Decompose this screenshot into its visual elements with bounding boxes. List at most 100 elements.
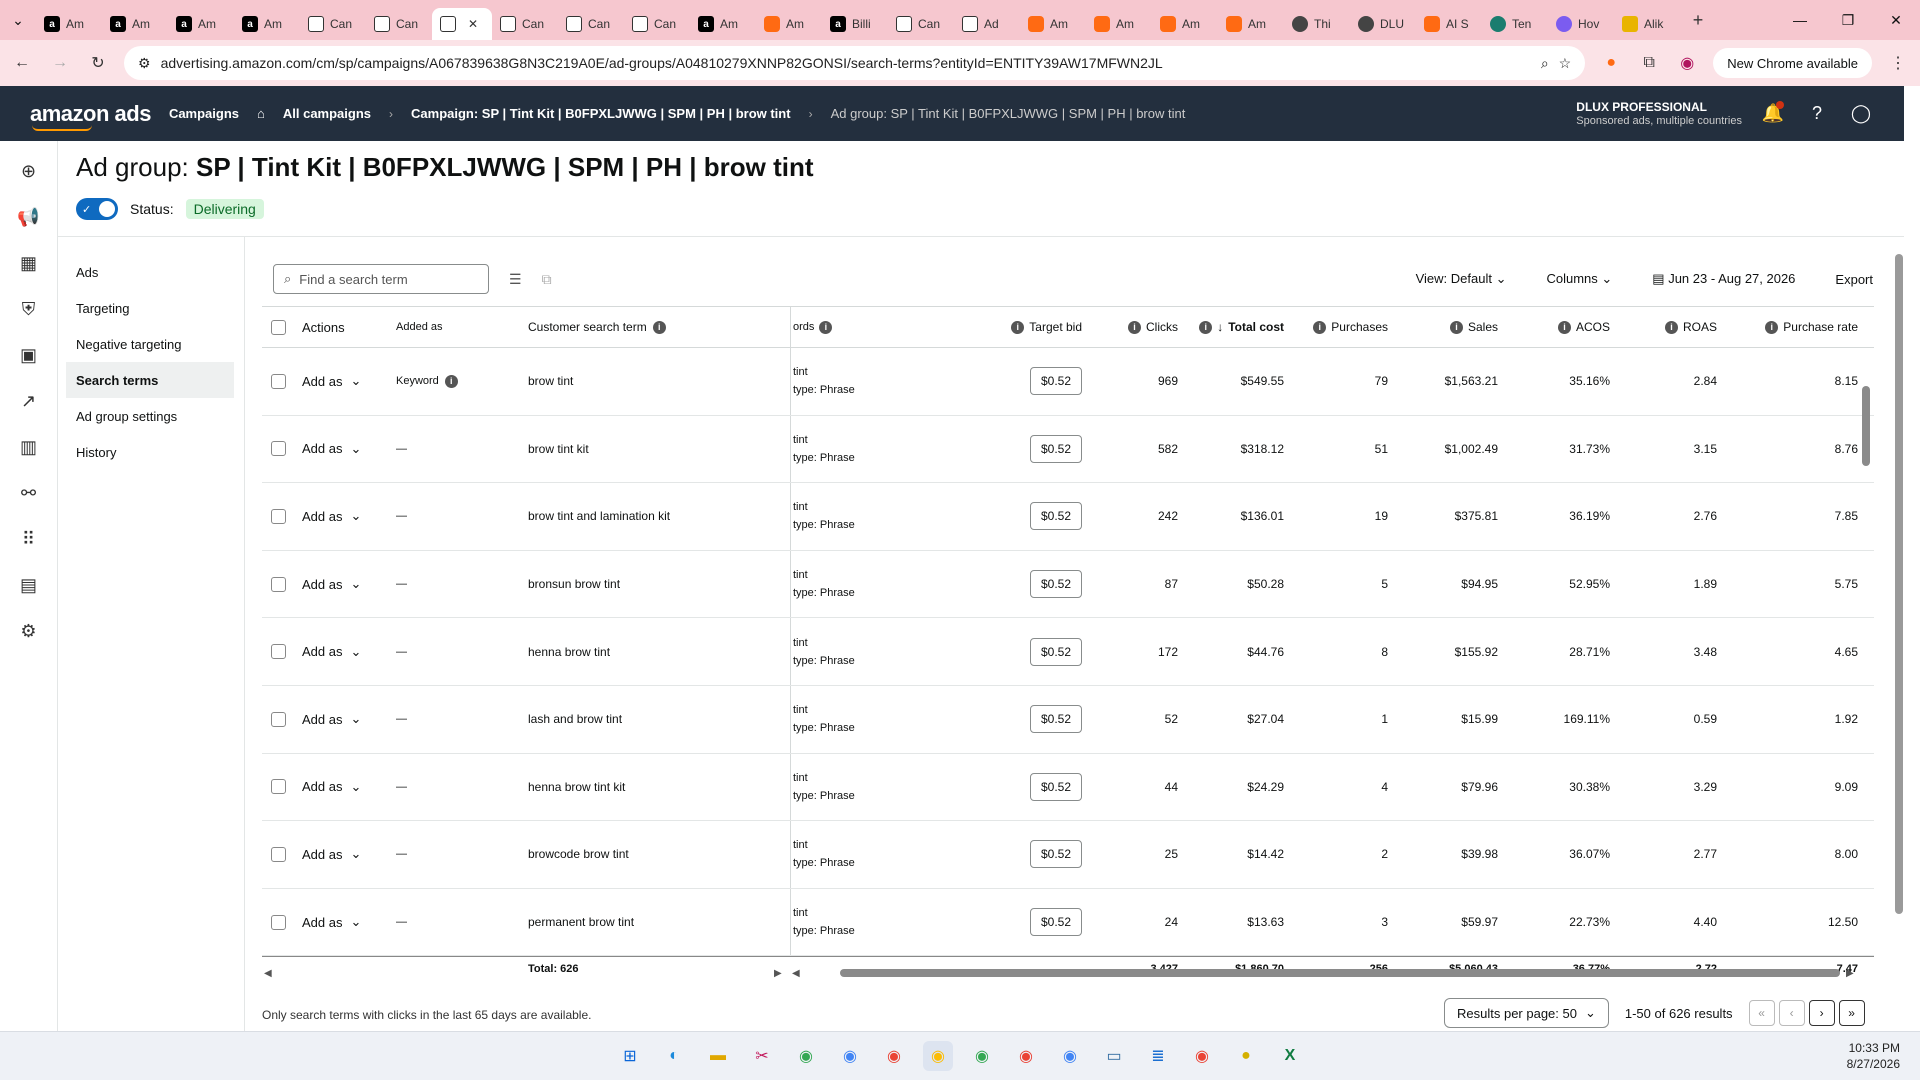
add-as-dropdown[interactable]: Add as ⌄ bbox=[294, 441, 384, 457]
col-clicks[interactable]: i Clicks bbox=[1088, 320, 1184, 334]
bid-input[interactable]: $0.52 bbox=[1029, 772, 1082, 801]
add-as-dropdown[interactable]: Add as ⌄ bbox=[294, 779, 384, 795]
dashboard-grid-icon[interactable]: ▦ bbox=[17, 251, 41, 275]
bid-input[interactable]: $0.52 bbox=[1029, 705, 1082, 734]
browser-tab[interactable]: Can bbox=[300, 8, 366, 40]
new-tab-button[interactable]: + bbox=[1684, 6, 1712, 34]
file-explorer-icon[interactable]: ▬ bbox=[703, 1041, 733, 1071]
browser-tab[interactable]: Am bbox=[1086, 8, 1152, 40]
url-text[interactable]: advertising.amazon.com/cm/sp/campaigns/A… bbox=[161, 55, 1531, 71]
chrome-icon[interactable]: ◉ bbox=[967, 1041, 997, 1071]
windows-start-icon[interactable]: ⊞ bbox=[615, 1041, 645, 1071]
tools-briefcase-icon[interactable]: ▤ bbox=[17, 573, 41, 597]
chrome-icon[interactable]: ◉ bbox=[835, 1041, 865, 1071]
table-horizontal-scrollbar[interactable]: ◀ ▶ ◀ ▶ bbox=[262, 966, 1874, 980]
prev-page-icon[interactable]: ‹ bbox=[1778, 1000, 1805, 1026]
browser-tab[interactable]: Alik bbox=[1614, 8, 1680, 40]
campaigns-megaphone-icon[interactable]: 📢 bbox=[17, 205, 41, 229]
scroll-right-icon[interactable]: ▶ bbox=[1846, 968, 1854, 979]
extensions-puzzle-icon[interactable]: ⧉ bbox=[1637, 54, 1661, 72]
browser-tab[interactable]: Can bbox=[558, 8, 624, 40]
bid-input[interactable]: $0.52 bbox=[1029, 908, 1082, 937]
results-per-page-dropdown[interactable]: Results per page: 50 ⌄ bbox=[1444, 998, 1609, 1028]
chrome-icon[interactable]: ◉ bbox=[1011, 1041, 1041, 1071]
amazon-ads-logo[interactable]: amazon ads bbox=[30, 101, 151, 131]
browser-tab[interactable]: Am bbox=[756, 8, 822, 40]
add-as-dropdown[interactable]: Add as ⌄ bbox=[294, 644, 384, 660]
row-checkbox[interactable] bbox=[262, 441, 294, 457]
settings-gear-icon[interactable]: ⚙ bbox=[17, 619, 41, 643]
scroll-right-icon[interactable]: ▶ bbox=[774, 968, 782, 979]
subnav-search-terms[interactable]: Search terms bbox=[66, 362, 234, 398]
bid-input[interactable]: $0.52 bbox=[1029, 570, 1082, 599]
close-tab-icon[interactable]: ✕ bbox=[468, 17, 478, 31]
excel-icon[interactable]: X bbox=[1275, 1041, 1305, 1071]
chrome-icon[interactable]: ◉ bbox=[1187, 1041, 1217, 1071]
profile-icon[interactable]: ◉ bbox=[1675, 53, 1699, 73]
bid-input[interactable]: $0.52 bbox=[1029, 840, 1082, 869]
browser-tab[interactable]: a Am bbox=[36, 8, 102, 40]
view-dropdown[interactable]: View: Default ⌄ bbox=[1416, 271, 1507, 287]
apps-dots-icon[interactable]: ⠿ bbox=[17, 527, 41, 551]
notifications-bell-icon[interactable]: 🔔 bbox=[1760, 100, 1786, 127]
notepad-icon[interactable]: ≣ bbox=[1143, 1041, 1173, 1071]
info-icon[interactable]: i bbox=[1765, 320, 1779, 334]
zoom-icon[interactable]: ⌕ bbox=[1541, 55, 1549, 72]
add-as-dropdown[interactable]: Add as ⌄ bbox=[294, 576, 384, 592]
browser-tab[interactable]: Am bbox=[1020, 8, 1086, 40]
scroll-left-icon[interactable]: ◀ bbox=[792, 968, 800, 979]
nav-campaigns[interactable]: Campaigns bbox=[169, 106, 239, 121]
col-roas[interactable]: i ROAS bbox=[1616, 320, 1723, 334]
date-range-picker[interactable]: ▤ Jun 23 - Aug 27, 2026 bbox=[1652, 271, 1795, 287]
row-checkbox[interactable] bbox=[262, 846, 294, 862]
browser-tab[interactable]: Ad bbox=[954, 8, 1020, 40]
chrome-icon[interactable]: ◉ bbox=[791, 1041, 821, 1071]
browser-tab[interactable]: AI S bbox=[1416, 8, 1482, 40]
breadcrumb-all-campaigns[interactable]: All campaigns bbox=[283, 106, 371, 121]
scroll-left-icon[interactable]: ◀ bbox=[264, 968, 272, 979]
select-all-checkbox[interactable] bbox=[262, 319, 294, 335]
col-target-bid[interactable]: i Target bid bbox=[952, 320, 1088, 334]
columns-dropdown[interactable]: Columns ⌄ bbox=[1546, 271, 1612, 287]
chrome-icon[interactable]: ◉ bbox=[1055, 1041, 1085, 1071]
creative-image-icon[interactable]: ▣ bbox=[17, 343, 41, 367]
chrome-icon[interactable]: ◉ bbox=[923, 1041, 953, 1071]
browser-tab[interactable]: Am bbox=[1152, 8, 1218, 40]
chrome-icon[interactable]: ◉ bbox=[879, 1041, 909, 1071]
bid-input[interactable]: $0.52 bbox=[1029, 637, 1082, 666]
maximize-icon[interactable]: ❐ bbox=[1824, 0, 1872, 40]
info-icon[interactable]: i bbox=[1313, 320, 1327, 334]
ad-group-toggle[interactable]: ✓ bbox=[76, 198, 118, 220]
row-checkbox[interactable] bbox=[262, 576, 294, 592]
browser-tab[interactable]: Am bbox=[1218, 8, 1284, 40]
subnav-negative-targeting[interactable]: Negative targeting bbox=[66, 326, 234, 362]
browser-tab[interactable]: Hov bbox=[1548, 8, 1614, 40]
browser-tab[interactable]: Can bbox=[366, 8, 432, 40]
update-chip[interactable]: New Chrome available bbox=[1713, 48, 1872, 78]
info-icon[interactable]: i bbox=[652, 320, 666, 334]
bid-input[interactable]: $0.52 bbox=[1029, 367, 1082, 396]
col-sales[interactable]: i Sales bbox=[1394, 320, 1504, 334]
close-window-icon[interactable]: ✕ bbox=[1872, 0, 1920, 40]
back-icon[interactable]: ← bbox=[10, 54, 34, 72]
add-as-dropdown[interactable]: Add as ⌄ bbox=[294, 373, 384, 389]
col-acos[interactable]: i ACOS bbox=[1504, 320, 1616, 334]
row-checkbox[interactable] bbox=[262, 644, 294, 660]
row-checkbox[interactable] bbox=[262, 779, 294, 795]
bid-input[interactable]: $0.52 bbox=[1029, 434, 1082, 463]
info-icon[interactable]: i bbox=[1557, 320, 1571, 334]
browser-tab[interactable]: Ten bbox=[1482, 8, 1548, 40]
reload-icon[interactable]: ↻ bbox=[86, 53, 110, 73]
breadcrumb-campaign[interactable]: Campaign: SP | Tint Kit | B0FPXLJWWG | S… bbox=[411, 106, 791, 121]
site-info-icon[interactable]: ⚙ bbox=[138, 55, 151, 72]
subnav-targeting[interactable]: Targeting bbox=[66, 290, 234, 326]
bookmark-star-icon[interactable]: ☆ bbox=[1559, 55, 1572, 72]
browser-tab[interactable]: a Am bbox=[234, 8, 300, 40]
browser-tab[interactable]: Thi bbox=[1284, 8, 1350, 40]
url-bar[interactable]: ⚙ advertising.amazon.com/cm/sp/campaigns… bbox=[124, 46, 1586, 80]
edge-icon[interactable]: ◐ bbox=[659, 1041, 689, 1071]
browser-tab[interactable]: a Billi bbox=[822, 8, 888, 40]
minimize-icon[interactable]: — bbox=[1776, 0, 1824, 40]
integrations-nodes-icon[interactable]: ⚯ bbox=[17, 481, 41, 505]
col-keywords[interactable]: ords i bbox=[790, 307, 952, 347]
